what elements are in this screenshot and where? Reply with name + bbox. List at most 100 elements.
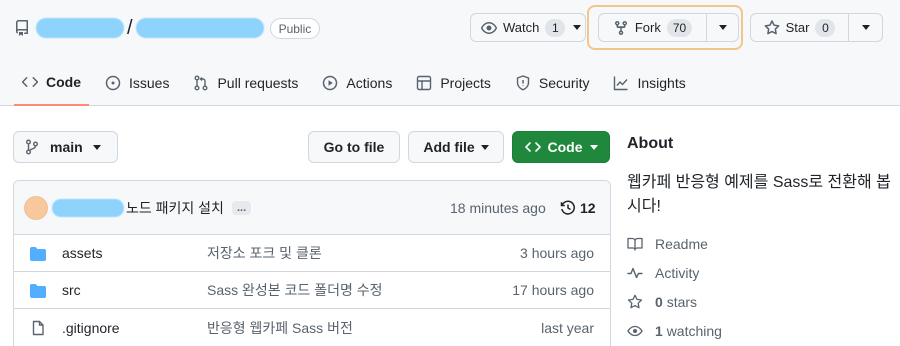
add-file-label: Add file [423,139,475,155]
caret-down-icon [718,25,727,30]
star-icon [764,19,779,34]
commit-message[interactable]: 노드 패키지 설치 [126,198,224,218]
table-row: assets 저장소 포크 및 클론 3 hours ago [14,235,610,272]
owner-name-redacted[interactable] [36,18,124,38]
history-icon [560,200,575,215]
branch-name: main [50,139,83,155]
tab-issues-label: Issues [129,75,170,91]
code-button[interactable]: Code [512,131,610,163]
commit-expand-button[interactable]: ... [231,200,252,215]
folder-icon [30,284,46,298]
stars-count: 0 [655,294,663,310]
watching-count: 1 [655,323,663,339]
add-file-button[interactable]: Add file [408,131,504,163]
repo-icon [14,20,30,36]
watching-text: 1 watching [655,323,722,339]
star-dropdown[interactable] [849,14,882,41]
tab-projects[interactable]: Projects [408,64,499,102]
caret-down-icon [480,144,489,150]
fork-button-group: Fork 70 [598,13,739,42]
activity-label: Activity [655,265,700,281]
tab-projects-label: Projects [440,75,491,91]
fork-label: Fork [634,20,661,35]
caret-down-icon [861,25,870,30]
repo-name-redacted[interactable] [135,18,264,38]
watching-link[interactable]: 1 watching [627,322,892,340]
code-icon [524,142,541,152]
commit-count: 12 [580,199,596,216]
folder-icon [30,247,46,261]
tab-code[interactable]: Code [14,64,89,106]
play-icon [323,75,338,91]
go-to-file-button[interactable]: Go to file [308,131,400,163]
readme-link[interactable]: Readme [627,235,892,253]
visibility-badge: Public [269,17,321,39]
tab-security-label: Security [538,75,590,91]
star-count: 0 [815,18,836,37]
file-time: last year [541,319,594,336]
stars-label: stars [666,294,698,310]
code-button-label: Code [547,139,583,155]
tab-pull-requests-label: Pull requests [217,75,299,91]
repo-header: / Public Watch 1 Fork 70 Star 0 Code Iss… [0,0,900,106]
caret-down-icon [573,25,582,30]
fork-icon [614,20,627,35]
repo-tabs: Code Issues Pull requests Actions Projec… [14,64,702,106]
watch-button-group: Watch 1 [470,13,586,42]
watch-button[interactable]: Watch 1 [471,14,569,41]
file-browser: 노드 패키지 설치 ... 18 minutes ago 12 assets 저… [13,180,611,346]
commit-time: 18 minutes ago [450,199,546,216]
issue-icon [105,75,121,91]
table-icon [417,75,432,91]
graph-icon [614,76,629,91]
about-title: About [627,135,674,152]
commit-history-link[interactable]: 12 [560,200,596,216]
tab-actions[interactable]: Actions [314,64,400,102]
watch-label: Watch [503,20,540,35]
stars-link[interactable]: 0 stars [627,293,892,311]
fork-count: 70 [666,18,693,37]
path-separator: / [127,16,133,39]
file-time: 3 hours ago [520,245,594,261]
about-panel: About 웹카페 반응형 예제를 Sass로 전환해 봅시다! Readme … [627,131,892,340]
tab-insights[interactable]: Insights [605,64,693,102]
file-icon [32,320,44,336]
commit-author-redacted[interactable] [52,198,124,217]
branch-icon [26,139,38,155]
activity-link[interactable]: Activity [627,264,892,282]
watch-dropdown[interactable] [569,14,585,41]
tab-insights-label: Insights [637,75,686,91]
file-name[interactable]: assets [62,245,102,261]
tab-issues[interactable]: Issues [97,64,177,102]
eye-icon [627,325,643,337]
file-commit-message[interactable]: 반응형 웹카페 Sass 버전 [207,318,353,338]
star-label: Star [785,20,810,35]
star-button-group: Star 0 [750,13,883,42]
table-row: src Sass 완성본 코드 폴더명 수정 17 hours ago [14,272,610,309]
file-name[interactable]: src [62,282,81,298]
tab-security[interactable]: Security [507,64,598,102]
tab-code-label: Code [46,74,81,90]
book-icon [627,237,643,251]
tab-actions-label: Actions [346,75,393,91]
readme-label: Readme [655,236,708,252]
star-icon [627,294,643,309]
code-icon [22,77,38,87]
repo-title: / Public [14,14,321,42]
branch-selector[interactable]: main [13,131,118,163]
file-time: 17 hours ago [512,282,594,298]
star-button[interactable]: Star 0 [751,14,849,41]
avatar[interactable] [24,195,48,220]
watching-label: watching [666,323,722,339]
file-commit-message[interactable]: Sass 완성본 코드 폴더명 수정 [207,280,382,300]
fork-dropdown[interactable] [707,14,738,41]
table-row: .gitignore 반응형 웹카페 Sass 버전 last year [14,309,610,346]
tab-pull-requests[interactable]: Pull requests [185,64,306,102]
file-commit-message[interactable]: 저장소 포크 및 클론 [207,243,322,263]
fork-button[interactable]: Fork 70 [599,14,707,41]
eye-icon [481,21,497,34]
latest-commit: 노드 패키지 설치 ... 18 minutes ago 12 [14,181,610,235]
shield-icon [516,75,530,91]
watch-count: 1 [545,18,566,37]
file-name[interactable]: .gitignore [62,320,120,336]
